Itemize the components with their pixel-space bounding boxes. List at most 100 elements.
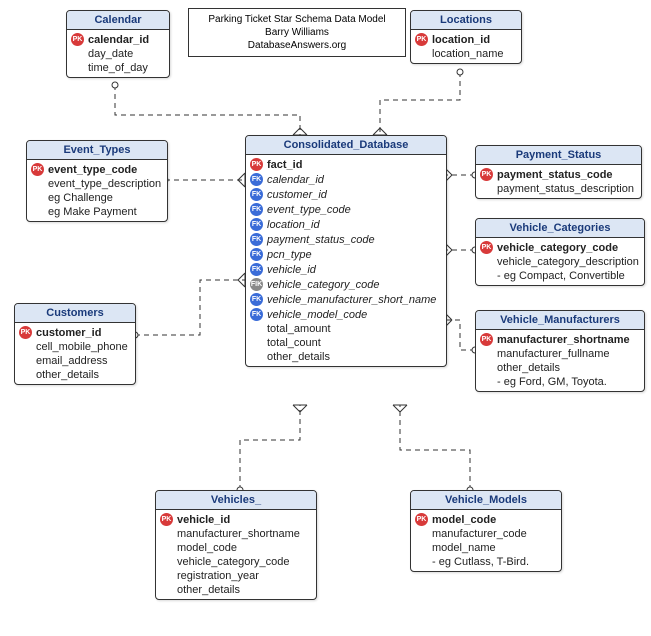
attr-row: FK event_type_code [250, 202, 442, 217]
pk-badge-icon: PK [415, 513, 428, 526]
attr-label: location_id [432, 34, 490, 46]
diagram-title-box: Parking Ticket Star Schema Data Model Ba… [188, 8, 406, 57]
attr-row: FK pcn_type [250, 247, 442, 262]
attr-label: vehicle_model_code [267, 309, 367, 321]
fk-badge-icon: FK [250, 293, 263, 306]
attr-label: email_address [36, 355, 108, 367]
entity-header-vehicle-manufacturers: Vehicle_Manufacturers [476, 311, 644, 330]
entity-calendar: Calendar PKcalendar_idday_datetime_of_da… [66, 10, 170, 78]
entity-body-consolidated: PKfact_idFKcalendar_idFKcustomer_idFKeve… [246, 155, 446, 366]
attr-label: model_code [432, 514, 496, 526]
attr-row: total_count [250, 336, 442, 350]
attr-row: time_of_day [71, 61, 165, 75]
attr-row: FKvehicle_id [250, 262, 442, 277]
attr-label: day_date [88, 48, 133, 60]
entity-consolidated-database: Consolidated_Database PKfact_idFKcalenda… [245, 135, 447, 367]
entity-body-vehicle-manufacturers: PKmanufacturer_shortnamemanufacturer_ful… [476, 330, 644, 391]
attr-row: - eg Compact, Convertible [480, 269, 640, 283]
attr-row: FK calendar_id [250, 172, 442, 187]
entity-header-payment-status: Payment_Status [476, 146, 641, 165]
attr-row: location_name [415, 47, 517, 61]
fk-badge-icon: FK [250, 248, 263, 261]
entity-header-vehicle-models: Vehicle_Models [411, 491, 561, 510]
attr-row: FK vehicle_manufacturer_short_name [250, 292, 442, 307]
fik-badge-icon: FIK [250, 278, 263, 291]
entity-vehicle-categories: Vehicle_Categories PKvehicle_category_co… [475, 218, 645, 286]
attr-label: vehicle_id [177, 514, 230, 526]
attr-label: time_of_day [88, 62, 148, 74]
entity-header-consolidated: Consolidated_Database [246, 136, 446, 155]
entity-body-calendar: PK calendar_id day_date time_of_day [67, 30, 169, 77]
pk-badge-icon: PK [415, 33, 428, 46]
fk-badge-icon: FK [250, 188, 263, 201]
title-line1: Parking Ticket Star Schema Data Model [197, 13, 397, 26]
entity-header-customers: Customers [15, 304, 135, 323]
title-line3: DatabaseAnswers.org [197, 39, 397, 52]
entity-locations: Locations PKlocation_idlocation_name [410, 10, 522, 64]
attr-label: vehicle_category_description [497, 256, 639, 268]
attr-row: PKfact_id [250, 157, 442, 172]
attr-row: cell_mobile_phone [19, 340, 131, 354]
attr-label: pcn_type [267, 249, 312, 261]
entity-vehicle-manufacturers: Vehicle_Manufacturers PKmanufacturer_sho… [475, 310, 645, 392]
attr-row: other_details [480, 361, 640, 375]
attr-label: manufacturer_shortname [177, 528, 300, 540]
entity-body-customers: PKcustomer_idcell_mobile_phoneemail_addr… [15, 323, 135, 384]
attr-row: manufacturer_code [415, 527, 557, 541]
attr-label: total_amount [267, 323, 331, 335]
entity-body-vehicle-categories: PKvehicle_category_codevehicle_category_… [476, 238, 644, 285]
attr-label: event_type_code [267, 204, 351, 216]
attr-label: event_type_description [48, 178, 161, 190]
fk-badge-icon: FK [250, 203, 263, 216]
attr-row: PKcustomer_id [19, 325, 131, 340]
attr-label: - eg Compact, Convertible [497, 270, 625, 282]
attr-row: event_type_description [31, 177, 163, 191]
attr-row: PKmanufacturer_shortname [480, 332, 640, 347]
attr-label: other_details [497, 362, 560, 374]
pk-badge-icon: PK [480, 241, 493, 254]
attr-row: day_date [71, 47, 165, 61]
attr-row: vehicle_category_code [160, 555, 312, 569]
attr-label: registration_year [177, 570, 259, 582]
entity-vehicles: Vehicles_ PKvehicle_idmanufacturer_short… [155, 490, 317, 600]
attr-label: - eg Ford, GM, Toyota. [497, 376, 607, 388]
attr-label: fact_id [267, 159, 302, 171]
attr-label: customer_id [36, 327, 101, 339]
attr-row: total_amount [250, 322, 442, 336]
attr-label: calendar_id [267, 174, 324, 186]
attr-row: other_details [19, 368, 131, 382]
attr-row: model_code [160, 541, 312, 555]
pk-badge-icon: PK [480, 168, 493, 181]
attr-row: vehicle_category_description [480, 255, 640, 269]
attr-label: customer_id [267, 189, 327, 201]
attr-label: model_code [177, 542, 237, 554]
attr-label: payment_status_code [497, 169, 613, 181]
attr-row: email_address [19, 354, 131, 368]
attr-label: manufacturer_code [432, 528, 527, 540]
entity-payment-status: Payment_Status PK payment_status_codepaym… [475, 145, 642, 199]
pk-badge-icon: PK [71, 33, 84, 46]
entity-body-vehicle-models: PKmodel_codemanufacturer_codemodel_name-… [411, 510, 561, 571]
fk-badge-icon: FK [250, 173, 263, 186]
attr-row: payment_status_description [480, 182, 637, 196]
attr-label: model_name [432, 542, 496, 554]
fk-badge-icon: FK [250, 218, 263, 231]
entity-body-payment-status: PK payment_status_codepayment_status_desc… [476, 165, 641, 198]
attr-row: manufacturer_fullname [480, 347, 640, 361]
attr-label: manufacturer_shortname [497, 334, 630, 346]
attr-label: vehicle_manufacturer_short_name [267, 294, 436, 306]
entity-body-vehicles: PKvehicle_idmanufacturer_shortnamemodel_… [156, 510, 316, 599]
attr-label: vehicle_category_code [177, 556, 290, 568]
attr-label: other_details [36, 369, 99, 381]
entity-header-vehicle-categories: Vehicle_Categories [476, 219, 644, 238]
attr-row: PK model_code [415, 512, 557, 527]
fk-badge-icon: FK [250, 233, 263, 246]
attr-label: calendar_id [88, 34, 149, 46]
attr-label: other_details [177, 584, 240, 596]
fk-badge-icon: FK [250, 263, 263, 276]
entity-event-types: Event_Types PKevent_type_codeevent_type_… [26, 140, 168, 222]
attr-label: eg Challenge [48, 192, 113, 204]
attr-row: PK location_id [415, 32, 517, 47]
attr-label: total_count [267, 337, 321, 349]
attr-label: vehicle_category_code [267, 279, 380, 291]
